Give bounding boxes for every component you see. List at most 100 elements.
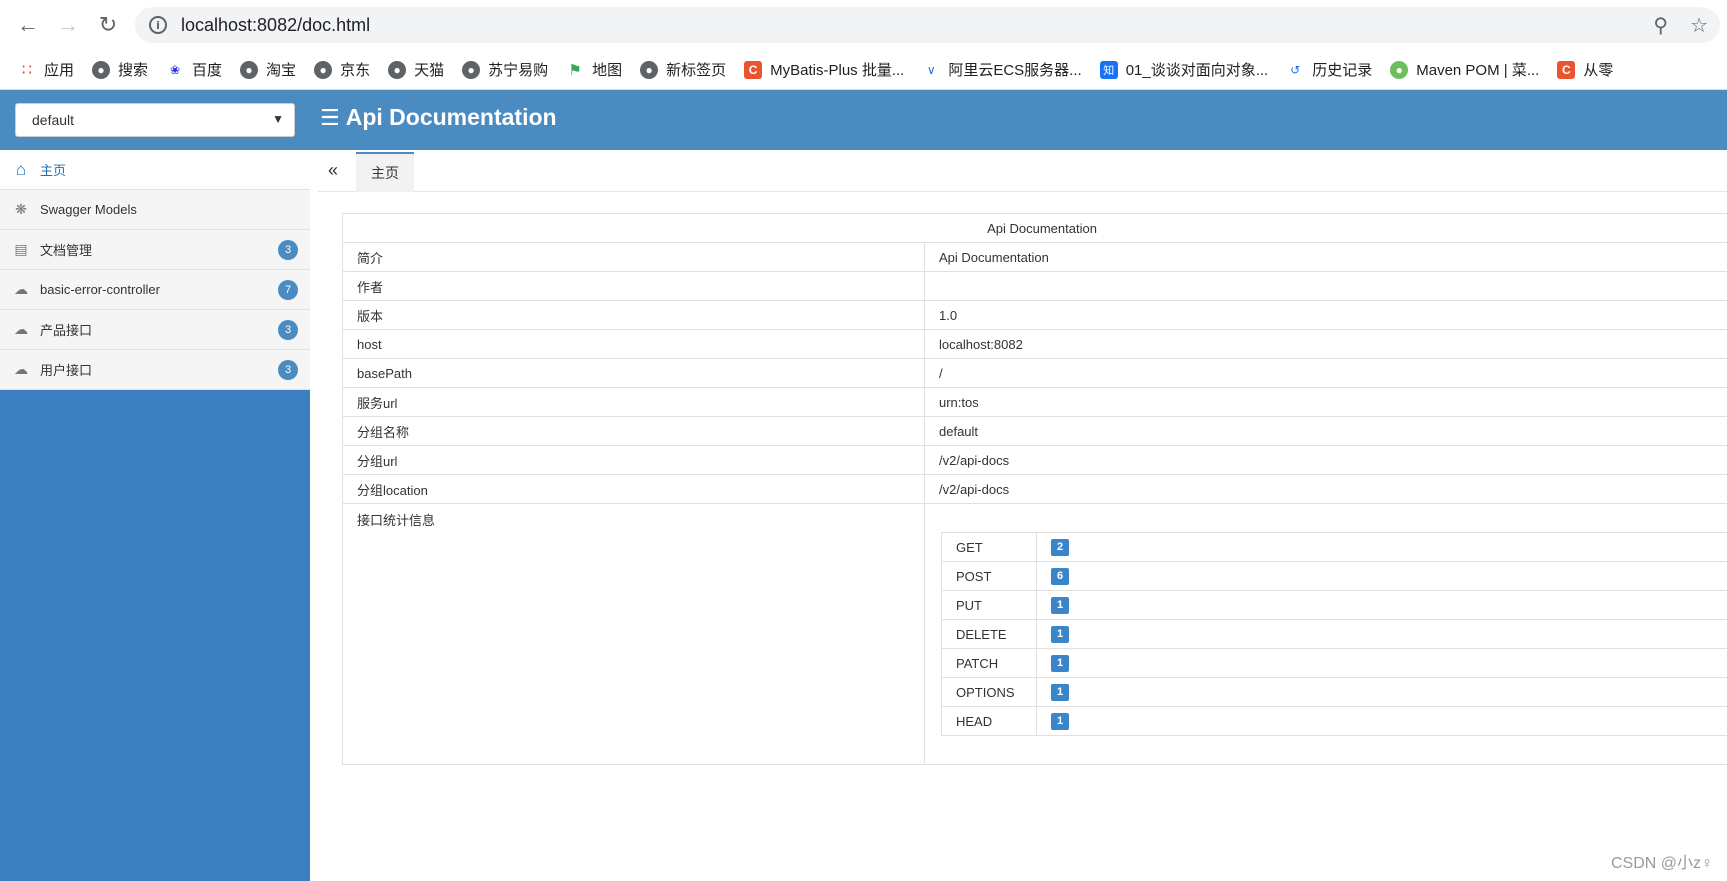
baidu-paw-icon: ❀	[170, 62, 181, 77]
cloud-api-icon: ☁	[14, 281, 28, 297]
bookmark-taobao[interactable]: ● 淘宝	[240, 59, 296, 80]
bookmark-jd[interactable]: ● 京东	[314, 59, 370, 80]
globe-icon: ●	[462, 60, 481, 79]
sidebar-item-home[interactable]: ⌂ 主页	[0, 150, 310, 190]
method-stats-table: GET 2 POST 6 PUT 1 DELETE 1 PATCH 1 OPTIONS 1 …	[941, 532, 1727, 736]
row-value: localhost:8082	[924, 329, 1727, 359]
bookmark-suning[interactable]: ● 苏宁易购	[462, 59, 548, 80]
method-count-badge: 6	[1051, 568, 1069, 585]
sidebar-item-basic-error-controller[interactable]: ☁ basic-error-controller 7	[0, 270, 310, 310]
globe-icon: ●	[640, 60, 659, 79]
back-arrow-icon[interactable]: ←	[8, 5, 48, 45]
group-select[interactable]: default ▼	[15, 103, 295, 137]
bookmark-maven[interactable]: ● Maven POM | 菜...	[1390, 59, 1539, 80]
sidebar-item-doc-manage[interactable]: ▤ 文档管理 3	[0, 230, 310, 270]
csdn-icon: C	[744, 60, 763, 79]
method-count-badge: 1	[1051, 684, 1069, 701]
collapse-sidebar-icon[interactable]: «	[328, 160, 338, 181]
stats-cell: GET 2 POST 6 PUT 1 DELETE 1 PATCH 1 OPTIONS 1 …	[924, 503, 1727, 765]
sidebar-item-product-api[interactable]: ☁ 产品接口 3	[0, 310, 310, 350]
address-bar[interactable]: i localhost:8082/doc.html ⚲ ☆	[135, 7, 1720, 43]
cloud-api-icon: ☁	[14, 361, 28, 377]
doc-table-title: Api Documentation	[342, 213, 1727, 243]
address-url[interactable]: localhost:8082/doc.html	[181, 15, 370, 36]
method-name: OPTIONS	[941, 677, 1037, 707]
globe-icon: ●	[314, 60, 333, 79]
app-title: ☰ Api Documentation	[320, 104, 557, 131]
bookmark-newtab[interactable]: ● 新标签页	[640, 59, 726, 80]
bookmark-csdn[interactable]: C 从零	[1557, 59, 1613, 80]
site-info-icon[interactable]: i	[149, 16, 167, 34]
cloud-api-icon: ☁	[14, 321, 28, 337]
bookmark-star-icon[interactable]: ☆	[1690, 13, 1708, 38]
row-value: /v2/api-docs	[924, 474, 1727, 504]
table-row: 简介 Api Documentation	[342, 242, 1727, 272]
stat-row: PATCH 1	[941, 648, 1727, 678]
app-title-text: Api Documentation	[345, 104, 557, 130]
method-name: PUT	[941, 590, 1037, 620]
zoom-icon[interactable]: ⚲	[1653, 13, 1668, 38]
table-row: 分组名称 default	[342, 416, 1727, 446]
method-count-badge: 1	[1051, 713, 1069, 730]
map-pin-icon: ⚑	[568, 61, 582, 79]
aliyun-icon: ∨	[926, 62, 936, 77]
bookmark-search[interactable]: ● 搜索	[92, 59, 148, 80]
stat-row: PUT 1	[941, 590, 1727, 620]
sidebar-item-label: basic-error-controller	[40, 282, 160, 297]
bookmark-mybatis[interactable]: C MyBatis-Plus 批量...	[744, 59, 904, 80]
forward-arrow-icon[interactable]: →	[48, 5, 88, 45]
method-name: GET	[941, 532, 1037, 562]
bookmark-zhihu[interactable]: 知 01_谈谈对面向对象...	[1099, 59, 1268, 80]
row-value: 1.0	[924, 300, 1727, 330]
tab-home[interactable]: 主页	[356, 152, 414, 192]
row-value: /v2/api-docs	[924, 445, 1727, 475]
reload-icon[interactable]: ↻	[88, 5, 128, 45]
table-row: host localhost:8082	[342, 329, 1727, 359]
app-header: default ▼ ☰ Api Documentation	[0, 90, 1727, 150]
bookmark-baidu[interactable]: ❀ 百度	[166, 59, 222, 80]
chevron-down-icon: ▼	[272, 112, 284, 126]
stat-row: POST 6	[941, 561, 1727, 591]
menu-indent-icon[interactable]: ☰	[320, 105, 340, 131]
table-row: 分组location /v2/api-docs	[342, 474, 1727, 504]
count-badge: 3	[278, 320, 298, 340]
sidebar-item-label: Swagger Models	[40, 202, 137, 217]
bookmark-apps[interactable]: ∷ 应用	[18, 59, 74, 80]
tab-bar: « 主页	[318, 150, 1727, 192]
row-label: 服务url	[342, 387, 925, 417]
row-value	[924, 271, 1727, 301]
sidebar-item-swagger-models[interactable]: ❋ Swagger Models	[0, 190, 310, 230]
history-icon: ↺	[1290, 62, 1301, 77]
row-label: 分组location	[342, 474, 925, 504]
bookmark-map[interactable]: ⚑ 地图	[566, 59, 622, 80]
watermark: CSDN @小z♀	[1610, 855, 1713, 872]
table-row: 作者	[342, 271, 1727, 301]
sidebar-item-label: 用户接口	[40, 363, 93, 378]
table-row: 版本 1.0	[342, 300, 1727, 330]
row-value: urn:tos	[924, 387, 1727, 417]
count-badge: 3	[278, 240, 298, 260]
row-label: host	[342, 329, 925, 359]
row-value: /	[924, 358, 1727, 388]
method-count-badge: 2	[1051, 539, 1069, 556]
sidebar: ⌂ 主页 ❋ Swagger Models ▤ 文档管理 3 ☁ basic-e…	[0, 150, 310, 881]
bookmark-history[interactable]: ↺ 历史记录	[1286, 59, 1372, 80]
row-label: 版本	[342, 300, 925, 330]
method-name: POST	[941, 561, 1037, 591]
table-row: basePath /	[342, 358, 1727, 388]
row-label: basePath	[342, 358, 925, 388]
sidebar-item-user-api[interactable]: ☁ 用户接口 3	[0, 350, 310, 390]
count-badge: 3	[278, 360, 298, 380]
table-row: 接口统计信息 GET 2 POST 6 PUT 1 DELETE 1 PATCH 1 OP…	[342, 503, 1727, 765]
method-count-badge: 1	[1051, 626, 1069, 643]
bookmarks-bar: ∷ 应用 ● 搜索 ❀ 百度 ● 淘宝 ● 京东 ● 天猫 ● 苏宁易购 ⚑ 地图 ● 新标签页 …	[0, 50, 1727, 90]
method-name: DELETE	[941, 619, 1037, 649]
sidebar-item-label: 文档管理	[40, 243, 93, 258]
globe-icon: ●	[388, 60, 407, 79]
runoob-icon: ●	[1390, 60, 1409, 79]
count-badge: 7	[278, 280, 298, 300]
bookmark-aliyun[interactable]: ∨ 阿里云ECS服务器...	[922, 59, 1082, 80]
group-select-value: default	[32, 112, 75, 128]
row-label: 接口统计信息	[342, 503, 925, 765]
bookmark-tmall[interactable]: ● 天猫	[388, 59, 444, 80]
